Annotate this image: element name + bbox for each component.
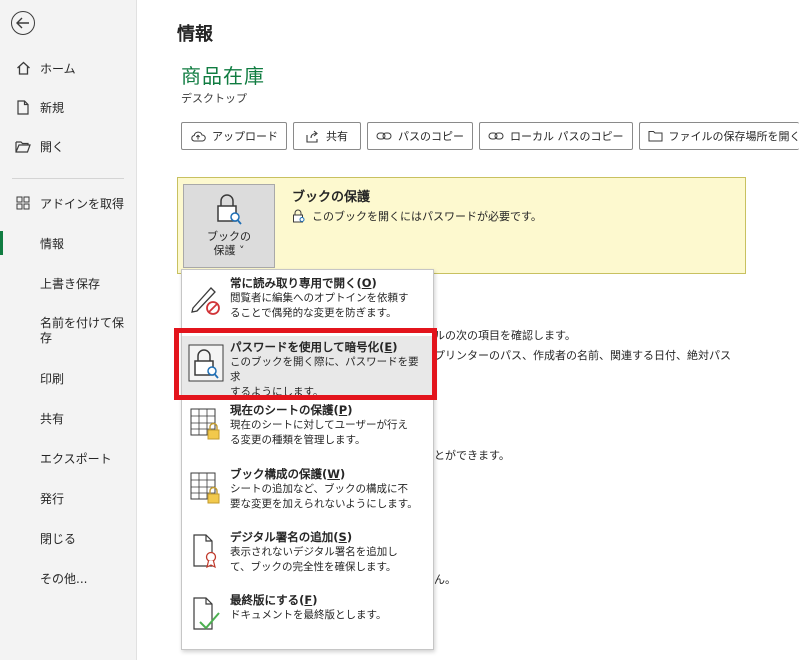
menu-item-title: 常に読み取り専用で開く(O) [230, 276, 377, 290]
protect-button-line1: ブックの [207, 230, 251, 243]
menu-item-title: ブック構成の保護(W) [230, 467, 346, 481]
menu-item-description: このブックを開く際に、パスワードを要求 するようにします。 [230, 356, 419, 398]
share-button[interactable]: 共有 [293, 122, 361, 150]
nav-item-more[interactable]: その他... [0, 560, 136, 596]
link-icon [376, 131, 392, 141]
menu-item-always-open-read-only[interactable]: 常に読み取り専用で開く(O) 閲覧者に編集へのオプトインを依頼す ることで偶発的… [182, 276, 433, 334]
nav-label: 名前を付けて保 存 [40, 316, 125, 345]
upload-button[interactable]: アップロード [181, 122, 287, 150]
signature-ribbon-icon [182, 530, 230, 590]
doc-check-icon [182, 593, 230, 645]
nav-label: 新規 [40, 100, 65, 115]
nav-item-open[interactable]: 開く [0, 128, 136, 164]
document-location: デスクトップ [181, 92, 247, 105]
nav-item-new[interactable]: 新規 [0, 89, 136, 125]
copy-path-button[interactable]: パスのコピー [367, 122, 473, 150]
nav-item-share[interactable]: 共有 [0, 400, 136, 436]
home-icon [14, 61, 32, 75]
backstage-nav: ホーム 新規 開く アドインを取得 情報 上書き保存 名前を付けて保 存 印刷 … [0, 0, 137, 660]
nav-item-home[interactable]: ホーム [0, 50, 136, 86]
menu-item-description: 閲覧者に編集へのオプトインを依頼す ることで偶発的な変更を防ぎます。 [230, 292, 409, 319]
protect-workbook-button[interactable]: ブックの 保護 ˅ [183, 184, 275, 268]
menu-item-protect-workbook-structure[interactable]: ブック構成の保護(W) シートの追加など、ブックの構成に不 要な変更を加えられな… [182, 467, 433, 527]
protect-description: このブックを開くにはパスワードが必要です。 [292, 208, 542, 224]
menu-item-description: 現在のシートに対してユーザーが行え る変更の種類を管理します。 [230, 419, 408, 446]
document-name: 商品在庫 [181, 64, 265, 88]
folder-icon [648, 130, 663, 142]
menu-item-title: 現在のシートの保護(P) [230, 403, 353, 417]
inspect-text-fragment: ルの次の項目を確認します。 [434, 329, 576, 342]
addins-grid-icon [14, 196, 32, 210]
nav-label: 情報 [40, 236, 65, 251]
nav-item-info[interactable]: 情報 [0, 225, 136, 261]
nav-label: ホーム [40, 61, 76, 76]
menu-item-encrypt-with-password[interactable]: パスワードを使用して暗号化(E) このブックを開く際に、パスワードを要求 するよ… [182, 336, 433, 398]
nav-item-export[interactable]: エクスポート [0, 440, 136, 476]
nav-label: 開く [40, 139, 65, 154]
nav-divider [12, 178, 124, 179]
menu-item-title: デジタル署名の追加(S) [230, 530, 353, 544]
nav-label: アドインを取得 [40, 196, 125, 211]
workbook-lock-icon [182, 467, 230, 527]
text-fragment: ん。 [434, 573, 456, 586]
folder-open-icon [14, 140, 32, 153]
share-label: 共有 [326, 130, 348, 143]
copy-local-path-label: ローカル パスのコピー [510, 130, 624, 143]
versions-text-fragment: とができます。 [434, 449, 510, 462]
lock-key-icon [215, 193, 243, 228]
small-lock-key-icon [292, 209, 306, 223]
lock-key-icon [182, 336, 230, 396]
menu-item-title: 最終版にする(F) [230, 593, 318, 607]
nav-label: 閉じる [40, 531, 77, 546]
copy-local-path-button[interactable]: ローカル パスのコピー [479, 122, 633, 150]
nav-item-get-addins[interactable]: アドインを取得 [0, 185, 136, 221]
copy-path-label: パスのコピー [398, 130, 464, 143]
upload-label: アップロード [212, 130, 278, 143]
nav-label: エクスポート [40, 451, 112, 466]
upload-cloud-icon [190, 130, 206, 142]
open-file-location-button[interactable]: ファイルの保存場所を開く [638, 122, 799, 150]
menu-item-mark-as-final[interactable]: 最終版にする(F) ドキュメントを最終版とします。 [182, 593, 433, 645]
share-icon [306, 130, 320, 143]
file-actions-bar: アップロード 共有 パスのコピー ローカル パスのコピー ファイルの保存場所を開… [181, 122, 799, 150]
protect-button-line2: 保護 ˅ [213, 244, 245, 257]
protect-description-text: このブックを開くにはパスワードが必要です。 [312, 210, 542, 223]
new-doc-icon [14, 99, 32, 115]
protect-workbook-menu: 常に読み取り専用で開く(O) 閲覧者に編集へのオプトインを依頼す ることで偶発的… [181, 269, 434, 650]
nav-item-close[interactable]: 閉じる [0, 520, 136, 556]
nav-label: 共有 [40, 411, 65, 426]
back-arrow-icon[interactable] [11, 11, 35, 35]
protect-heading: ブックの保護 [292, 190, 371, 205]
menu-item-description: シートの追加など、ブックの構成に不 要な変更を加えられないようにします。 [230, 483, 418, 510]
link-icon [488, 131, 504, 141]
nav-item-save[interactable]: 上書き保存 [0, 265, 136, 301]
inspect-text-fragment: プリンターのパス、作成者の名前、関連する日付、絶対パス [434, 349, 731, 362]
nav-item-save-as[interactable]: 名前を付けて保 存 [0, 312, 136, 352]
open-file-location-label: ファイルの保存場所を開く [668, 130, 799, 143]
sheet-lock-icon [182, 403, 230, 463]
nav-item-publish[interactable]: 発行 [0, 480, 136, 516]
nav-label: 発行 [40, 491, 65, 506]
nav-label: その他... [40, 571, 88, 586]
protect-workbook-panel: ブックの 保護 ˅ ブックの保護 このブックを開くにはパスワードが必要です。 [177, 177, 746, 274]
page-title: 情報 [177, 24, 213, 45]
nav-item-print[interactable]: 印刷 [0, 360, 136, 396]
menu-item-description: ドキュメントを最終版とします。 [230, 609, 387, 621]
menu-item-protect-current-sheet[interactable]: 現在のシートの保護(P) 現在のシートに対してユーザーが行え る変更の種類を管理… [182, 403, 433, 463]
nav-label: 印刷 [40, 371, 65, 386]
menu-item-title: パスワードを使用して暗号化(E) [230, 340, 398, 354]
pencil-no-icon [182, 276, 230, 334]
nav-label: 上書き保存 [40, 276, 101, 291]
menu-item-description: 表示されないデジタル署名を追加し て、ブックの完全性を確保します。 [230, 546, 398, 573]
menu-item-add-digital-signature[interactable]: デジタル署名の追加(S) 表示されないデジタル署名を追加し て、ブックの完全性を… [182, 530, 433, 590]
